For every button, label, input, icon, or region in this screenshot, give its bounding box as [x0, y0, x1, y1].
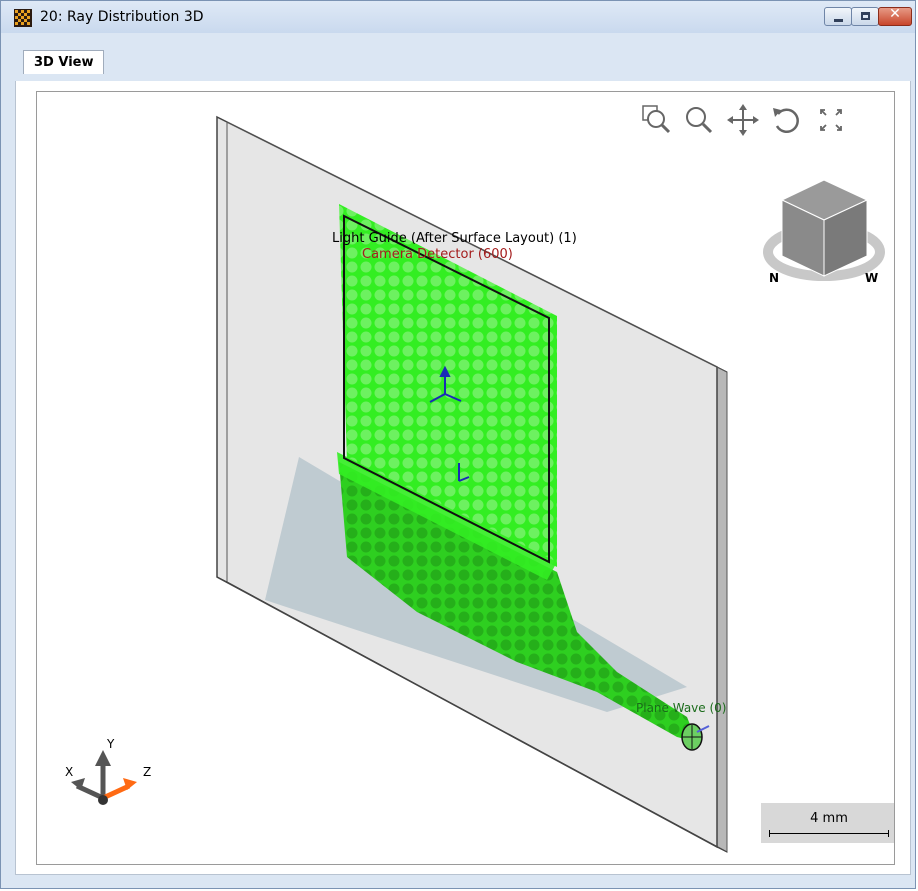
app-icon: [14, 9, 32, 27]
fullscreen-icon[interactable]: [811, 100, 851, 140]
scene-canvas[interactable]: Light Guide (After Surface Layout) (1) C…: [37, 92, 894, 864]
tab-strip: 3D View: [15, 34, 907, 82]
view-toolbar: [37, 100, 894, 144]
zoom-to-fit-icon[interactable]: [635, 100, 675, 140]
axis-x-label: X: [65, 765, 73, 779]
close-button[interactable]: ✕: [878, 6, 912, 26]
minimize-button[interactable]: [824, 7, 852, 26]
light-guide-label: Light Guide (After Surface Layout) (1): [332, 231, 577, 246]
plane-wave-label: Plane Wave (0): [636, 701, 726, 715]
close-icon: ✕: [889, 6, 901, 22]
3d-viewport[interactable]: Light Guide (After Surface Layout) (1) C…: [36, 91, 895, 865]
scale-bar: 4 mm: [761, 803, 894, 843]
maximize-button[interactable]: [851, 7, 879, 26]
axis-z-label: Z: [143, 765, 151, 779]
zoom-icon[interactable]: [679, 100, 719, 140]
maximize-icon: [861, 12, 870, 20]
camera-detector-label: Camera Detector (600): [362, 247, 513, 262]
minimize-icon: [834, 19, 843, 22]
title-bar[interactable]: 20: Ray Distribution 3D ✕: [1, 1, 915, 33]
nav-cube-n: N: [769, 271, 779, 285]
rotate-icon[interactable]: [767, 100, 807, 140]
scale-label: 4 mm: [810, 811, 848, 826]
pan-icon[interactable]: [723, 100, 763, 140]
axis-y-label: Y: [106, 737, 115, 751]
tab-content: Light Guide (After Surface Layout) (1) C…: [15, 81, 911, 875]
app-window: 20: Ray Distribution 3D ✕ 3D View Light …: [0, 0, 916, 889]
scale-ruler: [769, 830, 889, 837]
nav-cube-w: W: [865, 271, 878, 285]
axis-triad: Y X Z: [65, 737, 151, 805]
tab-3d-view[interactable]: 3D View: [23, 50, 105, 74]
window-title: 20: Ray Distribution 3D: [40, 9, 204, 25]
nav-cube[interactable]: N W: [763, 179, 885, 285]
